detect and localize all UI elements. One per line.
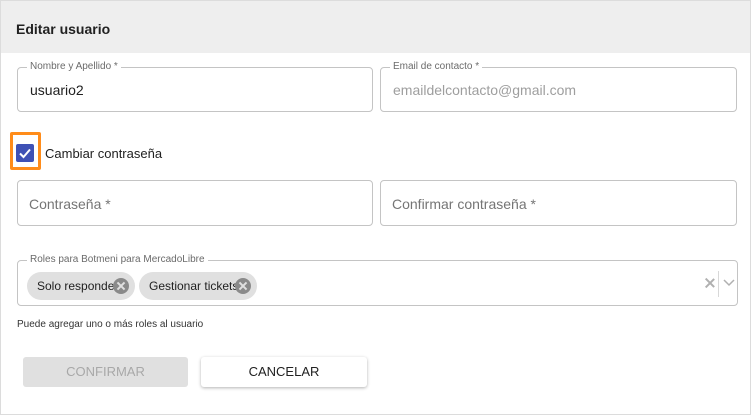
role-chip-gestionar-tickets[interactable]: Gestionar tickets <box>139 272 257 300</box>
dialog-title: Editar usuario <box>16 21 111 37</box>
confirm-password-placeholder: Confirmar contraseña * <box>392 196 536 212</box>
select-separator <box>718 271 719 297</box>
edit-user-dialog: Editar usuario Nombre y Apellido * usuar… <box>0 0 751 415</box>
email-field-label: Email de contacto * <box>390 61 483 73</box>
check-icon <box>19 148 31 159</box>
password-placeholder: Contraseña * <box>29 196 111 212</box>
name-field-label: Nombre y Apellido * <box>27 61 121 73</box>
confirm-button[interactable]: CONFIRMAR <box>23 357 188 387</box>
dialog-header: Editar usuario <box>1 1 750 53</box>
remove-chip-icon[interactable] <box>235 278 251 294</box>
remove-chip-icon[interactable] <box>113 278 129 294</box>
confirm-password-field[interactable]: Confirmar contraseña * <box>380 180 737 226</box>
change-password-label[interactable]: Cambiar contraseña <box>45 146 162 161</box>
roles-select-label: Roles para Botmeni para MercadoLibre <box>27 254 208 266</box>
email-field[interactable]: Email de contacto * emaildelcontacto@gma… <box>380 61 737 112</box>
chip-label: Gestionar tickets <box>149 279 239 293</box>
email-field-value: emaildelcontacto@gmail.com <box>393 82 577 98</box>
role-chip-solo-responder[interactable]: Solo responder <box>27 272 135 300</box>
roles-helper-text: Puede agregar uno o más roles al usuario <box>17 319 204 330</box>
chip-label: Solo responder <box>37 279 119 293</box>
cancel-button[interactable]: CANCELAR <box>201 357 367 387</box>
name-field-value: usuario2 <box>30 82 84 98</box>
change-password-checkbox[interactable] <box>16 144 34 162</box>
clear-icon[interactable] <box>704 277 716 289</box>
name-field[interactable]: Nombre y Apellido * usuario2 <box>17 61 373 112</box>
password-field[interactable]: Contraseña * <box>17 180 373 226</box>
chevron-down-icon[interactable] <box>722 277 736 287</box>
